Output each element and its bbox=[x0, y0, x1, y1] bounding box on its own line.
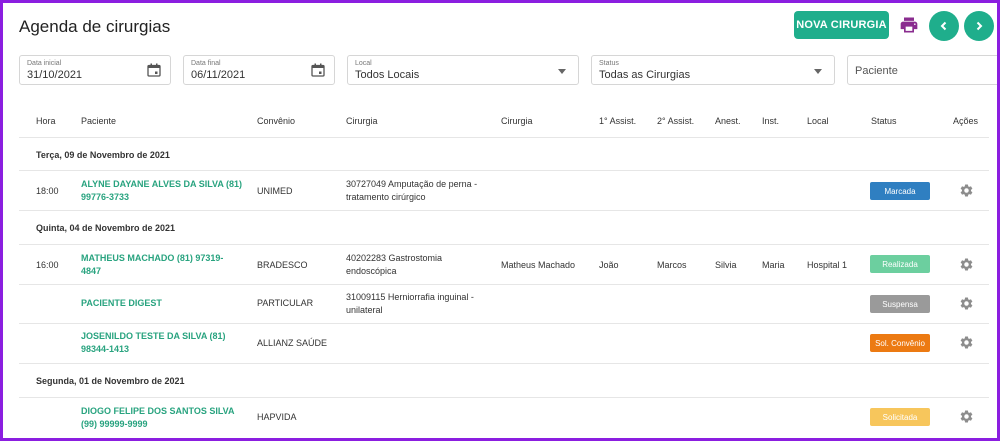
date-group-header: Terça, 09 de Novembro de 2021 bbox=[36, 150, 170, 160]
patient-phone: (99) 99999-9999 bbox=[81, 419, 148, 429]
col-status: Status bbox=[871, 116, 897, 126]
row-assist2: Marcos bbox=[657, 260, 687, 270]
col-anest: Anest. bbox=[715, 116, 741, 126]
patient-phone: 99776-3733 bbox=[81, 192, 130, 202]
app-frame: Agenda de cirurgias NOVA CIRURGIA Data i… bbox=[0, 0, 1000, 441]
patient-phone: 4847 bbox=[81, 266, 102, 276]
col-acoes: Ações bbox=[953, 116, 979, 126]
gear-icon[interactable] bbox=[959, 409, 974, 424]
next-week-button[interactable] bbox=[964, 11, 994, 41]
col-assist2: 2° Assist. bbox=[657, 116, 695, 126]
col-cirurgia: Cirurgia bbox=[346, 116, 378, 126]
cirurgia-line2: unilateral bbox=[346, 305, 383, 315]
date-group-header: Segunda, 01 de Novembro de 2021 bbox=[36, 376, 185, 386]
gear-icon[interactable] bbox=[959, 296, 974, 311]
print-icon[interactable] bbox=[899, 15, 919, 35]
prev-week-button[interactable] bbox=[929, 11, 959, 41]
local-select[interactable]: Local Todos Locais bbox=[347, 55, 579, 85]
divider bbox=[19, 137, 989, 138]
patient-name: PACIENTE DIGEST bbox=[81, 298, 162, 308]
col-hora: Hora bbox=[36, 116, 56, 126]
status-select[interactable]: Status Todas as Cirurgias bbox=[591, 55, 835, 85]
patient-link[interactable]: JOSENILDO TESTE DA SILVA (81) 98344-1413 bbox=[81, 330, 226, 356]
patient-phone: 98344-1413 bbox=[81, 344, 130, 354]
row-cirurgia: 30727049 Amputação de perna - tratamento … bbox=[346, 178, 477, 204]
row-hora: 16:00 bbox=[36, 260, 59, 270]
status-badge: Sol. Convênio bbox=[870, 334, 930, 352]
cirurgia-line1: 40202283 Gastrostomia bbox=[346, 253, 443, 263]
chevron-right-icon bbox=[976, 21, 983, 31]
row-inst: Maria bbox=[762, 260, 785, 270]
cirurgia-line2: tratamento cirúrgico bbox=[346, 192, 426, 202]
row-convenio: ALLIANZ SAÚDE bbox=[257, 338, 328, 348]
page-title: Agenda de cirurgias bbox=[19, 17, 171, 36]
row-cirurgia: 31009115 Herniorrafia inguinal - unilater… bbox=[346, 291, 474, 317]
row-anest: Silvia bbox=[715, 260, 737, 270]
status-badge: Marcada bbox=[870, 182, 930, 200]
local-value: Todos Locais bbox=[355, 69, 420, 81]
dropdown-arrow-icon bbox=[558, 69, 566, 74]
status-badge: Realizada bbox=[870, 255, 930, 273]
divider bbox=[19, 397, 989, 398]
row-convenio: BRADESCO bbox=[257, 260, 308, 270]
patient-link[interactable]: PACIENTE DIGEST bbox=[81, 297, 162, 310]
patient-search-field[interactable]: Paciente bbox=[847, 55, 997, 85]
divider bbox=[19, 210, 989, 211]
patient-link[interactable]: DIOGO FELIPE DOS SANTOS SILVA (99) 99999-… bbox=[81, 405, 235, 431]
date-group-header: Quinta, 04 de Novembro de 2021 bbox=[36, 223, 176, 233]
row-cirurgiao: Matheus Machado bbox=[501, 260, 576, 270]
col-paciente: Paciente bbox=[81, 116, 117, 126]
patient-name: DIOGO FELIPE DOS SANTOS SILVA bbox=[81, 406, 235, 416]
row-convenio: PARTICULAR bbox=[257, 298, 314, 308]
end-date-label: Data final bbox=[191, 60, 221, 67]
row-convenio: HAPVIDA bbox=[257, 412, 297, 422]
cirurgia-line1: 30727049 Amputação de perna - bbox=[346, 179, 478, 189]
new-surgery-button[interactable]: NOVA CIRURGIA bbox=[794, 11, 889, 39]
status-badge: Solicitada bbox=[870, 408, 930, 426]
status-badge: Suspensa bbox=[870, 295, 930, 313]
calendar-icon[interactable] bbox=[311, 63, 325, 77]
col-local: Local bbox=[807, 116, 829, 126]
start-date-field[interactable]: Data inicial 31/10/2021 bbox=[19, 55, 171, 85]
start-date-value: 31/10/2021 bbox=[27, 69, 83, 81]
end-date-field[interactable]: Data final 06/11/2021 bbox=[183, 55, 335, 85]
dropdown-arrow-icon bbox=[814, 69, 822, 74]
patient-link[interactable]: ALYNE DAYANE ALVES DA SILVA (81) 99776-37… bbox=[81, 178, 242, 204]
chevron-left-icon bbox=[940, 21, 947, 31]
divider bbox=[19, 323, 989, 324]
row-hora: 18:00 bbox=[36, 186, 59, 196]
cirurgia-line2: endoscópica bbox=[346, 266, 397, 276]
gear-icon[interactable] bbox=[959, 257, 974, 272]
cirurgia-line1: 31009115 Herniorrafia inguinal - bbox=[346, 292, 474, 302]
local-label: Local bbox=[355, 60, 372, 67]
col-cirurgiao: Cirurgia bbox=[501, 116, 533, 126]
divider bbox=[19, 284, 989, 285]
divider bbox=[19, 363, 989, 364]
col-assist1: 1° Assist. bbox=[599, 116, 637, 126]
col-inst: Inst. bbox=[762, 116, 780, 126]
row-local: Hospital 1 bbox=[807, 260, 848, 270]
status-value: Todas as Cirurgias bbox=[599, 69, 691, 81]
patient-link[interactable]: MATHEUS MACHADO (81) 97319- 4847 bbox=[81, 252, 223, 278]
patient-name: MATHEUS MACHADO (81) 97319- bbox=[81, 253, 224, 263]
end-date-value: 06/11/2021 bbox=[191, 69, 246, 81]
patient-name: ALYNE DAYANE ALVES DA SILVA (81) bbox=[81, 179, 243, 189]
patient-name: JOSENILDO TESTE DA SILVA (81) bbox=[81, 331, 226, 341]
calendar-icon[interactable] bbox=[147, 63, 161, 77]
gear-icon[interactable] bbox=[959, 183, 974, 198]
start-date-label: Data inicial bbox=[27, 60, 62, 67]
divider bbox=[19, 170, 989, 171]
col-convenio: Convênio bbox=[257, 116, 296, 126]
row-convenio: UNIMED bbox=[257, 186, 293, 196]
row-cirurgia: 40202283 Gastrostomia endoscópica bbox=[346, 252, 442, 278]
gear-icon[interactable] bbox=[959, 335, 974, 350]
status-label: Status bbox=[599, 60, 619, 67]
patient-placeholder: Paciente bbox=[855, 65, 898, 77]
divider bbox=[19, 244, 989, 245]
row-assist1: João bbox=[599, 260, 619, 270]
